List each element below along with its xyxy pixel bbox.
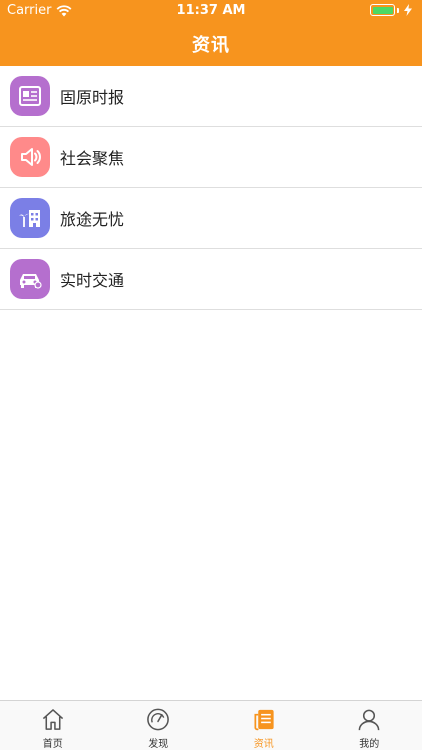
list-item-label: 固原时报 <box>60 88 125 107</box>
speaker-icon <box>10 137 50 177</box>
list-item-travel-worry-free[interactable]: 旅途无忧 <box>0 188 422 249</box>
tab-label: 首页 <box>42 739 63 750</box>
header-background: Carrier 11:37 AM 资讯 <box>0 0 422 66</box>
tab-home[interactable]: 首页 <box>0 701 106 750</box>
compass-icon <box>147 708 170 731</box>
news-icon <box>254 709 274 731</box>
list-item-gyuan-times[interactable]: 固原时报 <box>0 66 422 127</box>
news-category-list: 固原时报 社会聚焦 旅途无忧 实时交通 <box>0 66 422 310</box>
list-item-social-focus[interactable]: 社会聚焦 <box>0 127 422 188</box>
navigation-bar: 资讯 <box>0 22 422 66</box>
status-time: 11:37 AM <box>176 3 246 18</box>
tab-mine[interactable]: 我的 <box>317 701 422 750</box>
status-bar: Carrier 11:37 AM <box>0 0 422 22</box>
list-item-label: 旅途无忧 <box>60 210 125 229</box>
battery-fill <box>372 6 393 14</box>
newspaper-icon <box>10 76 50 116</box>
tab-bar: 首页 发现 资讯 我的 <box>0 700 422 750</box>
home-icon <box>42 709 63 730</box>
tab-label: 资讯 <box>253 739 274 750</box>
charging-bolt-icon <box>404 4 412 16</box>
profile-icon <box>358 709 380 731</box>
car-icon <box>10 259 50 299</box>
list-item-live-traffic[interactable]: 实时交通 <box>0 249 422 310</box>
hotel-palm-icon <box>10 198 50 238</box>
tab-label: 我的 <box>359 739 380 750</box>
battery-icon <box>370 4 395 16</box>
list-item-label: 社会聚焦 <box>60 149 125 168</box>
tab-news[interactable]: 资讯 <box>211 701 317 750</box>
tab-discover[interactable]: 发现 <box>106 701 212 750</box>
list-item-label: 实时交通 <box>60 271 125 290</box>
battery-cap <box>397 7 399 13</box>
tab-label: 发现 <box>148 739 169 750</box>
battery-indicator <box>370 4 412 16</box>
page-title: 资讯 <box>192 35 230 56</box>
